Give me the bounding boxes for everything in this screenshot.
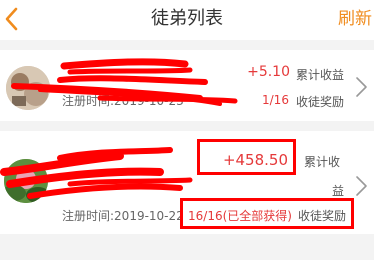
earnings-amount: +5.10	[247, 64, 290, 80]
avatar	[6, 66, 50, 110]
refresh-button[interactable]: 刷新	[338, 0, 372, 40]
reward-progress: 1/16	[262, 93, 289, 107]
section-divider	[0, 121, 374, 131]
chevron-left-icon	[5, 7, 18, 31]
list-item[interactable]: 注册时间:2019-10-22 +458.50 累计收 益 16/16(已全部获…	[0, 131, 374, 234]
list-item[interactable]: 注册时间:2019-10-23 +5.10 累计收益 1/16 收徒奖励	[0, 50, 374, 121]
avatar	[4, 159, 48, 203]
chevron-right-icon	[354, 175, 368, 197]
reward-label: 收徒奖励	[298, 209, 347, 223]
list-footer-background	[0, 234, 374, 260]
earnings-label-wrap: 益	[332, 184, 345, 198]
registration-time: 注册时间:2019-10-23	[62, 94, 184, 108]
nav-bar: 徒弟列表 刷新	[0, 0, 374, 40]
registration-time: 注册时间:2019-10-22	[62, 209, 184, 223]
back-button[interactable]	[2, 6, 22, 32]
section-divider	[0, 40, 374, 50]
reward-progress: 16/16(已全部获得)	[188, 209, 292, 223]
chevron-right-icon	[354, 76, 368, 98]
earnings-label: 累计收	[304, 155, 341, 169]
reward-label: 收徒奖励	[296, 95, 345, 109]
earnings-amount: +458.50	[222, 151, 288, 169]
page-title: 徒弟列表	[151, 8, 223, 29]
earnings-label: 累计收益	[296, 68, 345, 82]
